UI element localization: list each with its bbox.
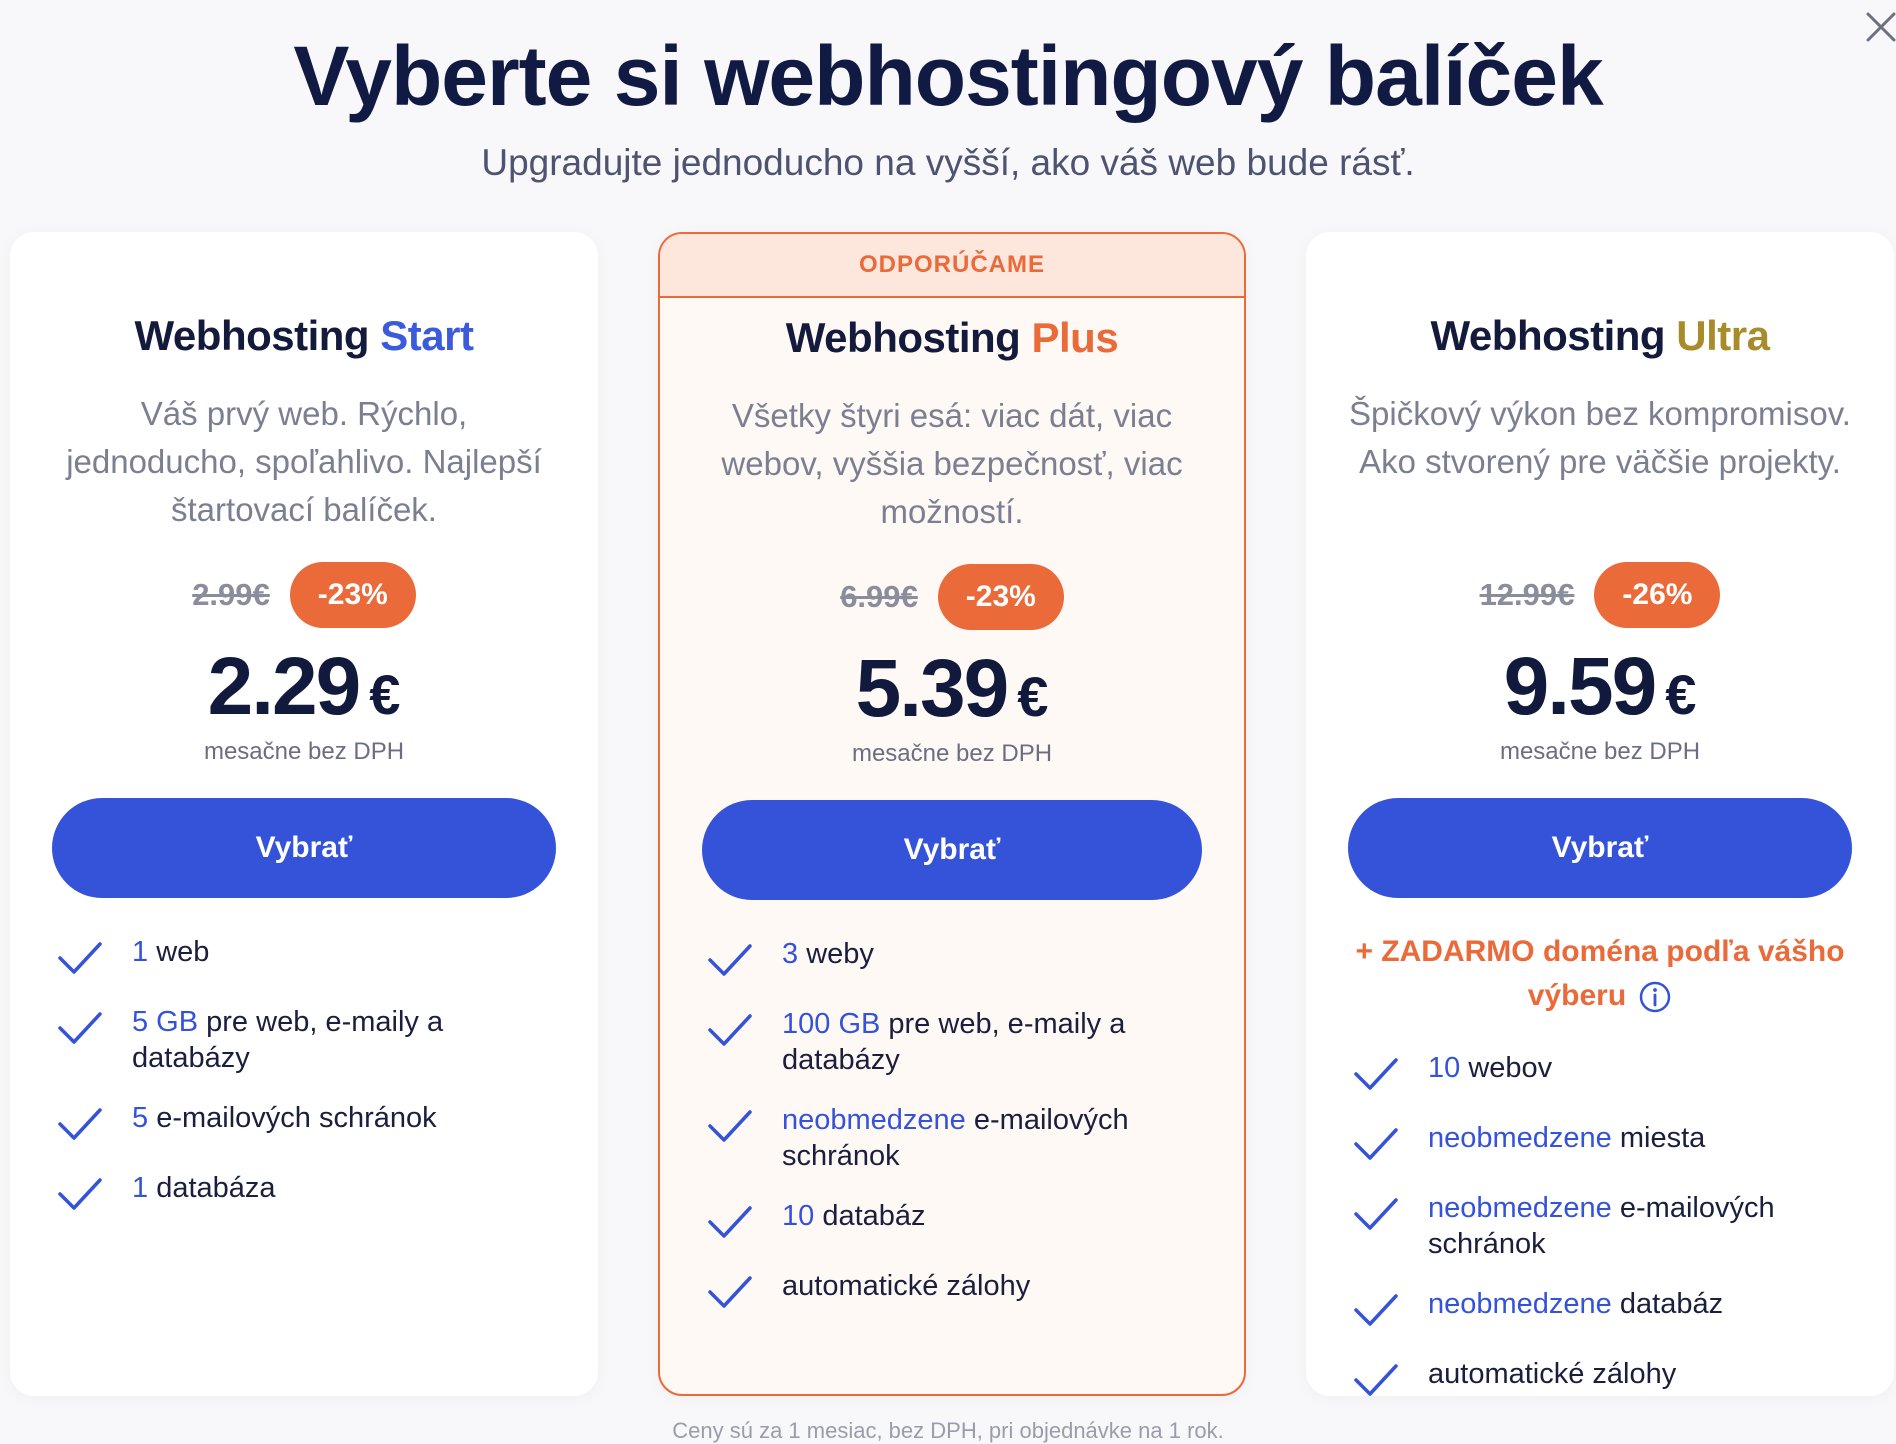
- footer-note: Ceny sú za 1 mesiac, bez DPH, pri objedn…: [672, 1418, 1224, 1443]
- plan-name: Webhosting Start: [10, 312, 598, 360]
- feature-highlight: neobmedzene: [1428, 1192, 1612, 1224]
- price: 5.39 €: [660, 642, 1244, 736]
- select-button-start[interactable]: Vybrať: [52, 798, 556, 898]
- price-note: mesačne bez DPH: [851, 740, 1053, 767]
- list-item: automatické zálohy: [1350, 1356, 1864, 1402]
- feature-highlight: 10: [1428, 1052, 1461, 1084]
- check-icon: [1354, 1294, 1398, 1326]
- plan-name: Webhosting Ultra: [1306, 312, 1894, 360]
- list-item: 10 webov: [1350, 1050, 1864, 1096]
- plan-name-prefix: Webhosting: [1430, 312, 1666, 359]
- price-note: mesačne bez DPH: [1499, 738, 1701, 765]
- page-title: Vyberte si webhostingový balíček: [293, 29, 1603, 123]
- plan-name-accent: Plus: [1031, 314, 1119, 361]
- feature-text: e-mailových schránok: [148, 1102, 437, 1134]
- price-value: 2.29: [207, 641, 362, 732]
- list-item: automatické zálohy: [704, 1268, 1214, 1314]
- old-price: 6.99€: [840, 579, 918, 614]
- select-button-ultra[interactable]: Vybrať: [1348, 798, 1852, 898]
- old-price: 2.99€: [192, 577, 270, 612]
- list-item: 5 e-mailových schránok: [54, 1100, 568, 1146]
- feature-text: web: [148, 936, 210, 968]
- promo-text: + ZADARMO doména podľa vášho výberu: [1355, 935, 1845, 1012]
- feature-text: databáza: [148, 1172, 276, 1204]
- price-row: 6.99€ -23%: [660, 564, 1244, 630]
- feature-highlight: neobmedzene: [1428, 1288, 1612, 1320]
- check-icon: [1354, 1198, 1398, 1230]
- price-currency: €: [1017, 665, 1049, 728]
- feature-highlight: 10: [782, 1200, 815, 1232]
- page-subtitle: Upgradujte jednoducho na vyšší, ako váš …: [481, 142, 1415, 183]
- recommended-ribbon: ODPORÚČAME: [660, 234, 1244, 298]
- check-icon: [708, 1276, 752, 1308]
- feature-highlight: 5: [132, 1102, 149, 1134]
- old-price: 12.99€: [1479, 577, 1575, 612]
- feature-highlight: 1: [132, 936, 149, 968]
- list-item: neobmedzene databáz: [1350, 1286, 1864, 1332]
- feature-text: automatické zálohy: [1428, 1358, 1677, 1390]
- plan-name-prefix: Webhosting: [785, 314, 1021, 361]
- check-icon: [708, 944, 752, 976]
- select-button-plus[interactable]: Vybrať: [702, 800, 1202, 900]
- list-item: neobmedzene miesta: [1350, 1120, 1864, 1166]
- check-icon: [708, 1110, 752, 1142]
- feature-text: automatické zálohy: [782, 1270, 1031, 1302]
- check-icon: [1354, 1058, 1398, 1090]
- list-item: 5 GB pre web, e-maily a databázy: [54, 1004, 568, 1076]
- feature-highlight: neobmedzene: [1428, 1122, 1612, 1154]
- plan-description: Špičkový výkon bez kompromisov. Ako stvo…: [1349, 395, 1851, 480]
- feature-text: miesta: [1611, 1122, 1706, 1154]
- check-icon: [708, 1014, 752, 1046]
- plan-name-accent: Start: [380, 312, 474, 359]
- info-icon[interactable]: [1638, 980, 1672, 1014]
- plan-name-accent: Ultra: [1676, 312, 1770, 359]
- check-icon: [58, 1012, 102, 1044]
- feature-list: 10 webov neobmedzene miesta neobmedzene …: [1350, 1050, 1864, 1426]
- feature-highlight: 1: [132, 1172, 149, 1204]
- price-currency: €: [1665, 663, 1697, 726]
- check-icon: [1354, 1128, 1398, 1160]
- feature-highlight: neobmedzene: [782, 1104, 966, 1136]
- price: 2.29 €: [10, 640, 598, 734]
- feature-text: databáz: [1611, 1288, 1724, 1320]
- plan-card-ultra: Webhosting Ultra Špičkový výkon bez komp…: [1306, 232, 1894, 1396]
- check-icon: [1354, 1364, 1398, 1396]
- list-item: 10 databáz: [704, 1198, 1214, 1244]
- check-icon: [58, 1178, 102, 1210]
- price-value: 9.59: [1503, 641, 1658, 732]
- discount-badge: -23%: [937, 564, 1064, 630]
- plan-description: Váš prvý web. Rýchlo, jednoducho, spoľah…: [66, 395, 542, 528]
- feature-highlight: 3: [782, 938, 799, 970]
- plan-card-start: Webhosting Start Váš prvý web. Rýchlo, j…: [10, 232, 598, 1396]
- price-currency: €: [369, 663, 401, 726]
- check-icon: [58, 942, 102, 974]
- check-icon: [58, 1108, 102, 1140]
- feature-highlight: 100 GB: [782, 1008, 881, 1040]
- list-item: neobmedzene e-mailových schránok: [1350, 1190, 1864, 1262]
- plan-name: Webhosting Plus: [660, 314, 1244, 362]
- check-icon: [708, 1206, 752, 1238]
- price-row: 2.99€ -23%: [10, 562, 598, 628]
- price-row: 12.99€ -26%: [1306, 562, 1894, 628]
- free-domain-promo: + ZADARMO doména podľa vášho výberu: [1346, 930, 1854, 1018]
- list-item: neobmedzene e-mailových schránok: [704, 1102, 1214, 1174]
- price-value: 5.39: [855, 643, 1010, 734]
- plan-name-prefix: Webhosting: [134, 312, 370, 359]
- list-item: 1 databáza: [54, 1170, 568, 1216]
- feature-text: databáz: [814, 1200, 926, 1232]
- list-item: 1 web: [54, 934, 568, 980]
- plan-card-plus: ODPORÚČAME Webhosting Plus Všetky štyri …: [658, 232, 1246, 1396]
- discount-badge: -26%: [1594, 562, 1721, 628]
- price-note: mesačne bez DPH: [203, 738, 405, 765]
- list-item: 100 GB pre web, e-maily a databázy: [704, 1006, 1214, 1078]
- list-item: 3 weby: [704, 936, 1214, 982]
- discount-badge: -23%: [289, 562, 416, 628]
- feature-list: 1 web 5 GB pre web, e-maily a databázy 5…: [54, 934, 568, 1240]
- feature-list: 3 weby 100 GB pre web, e-maily a databáz…: [704, 936, 1214, 1338]
- plan-description: Všetky štyri esá: viac dát, viac webov, …: [721, 397, 1183, 530]
- price: 9.59 €: [1306, 640, 1894, 734]
- feature-highlight: 5 GB: [132, 1006, 199, 1038]
- feature-text: weby: [798, 938, 874, 970]
- feature-text: webov: [1460, 1052, 1553, 1084]
